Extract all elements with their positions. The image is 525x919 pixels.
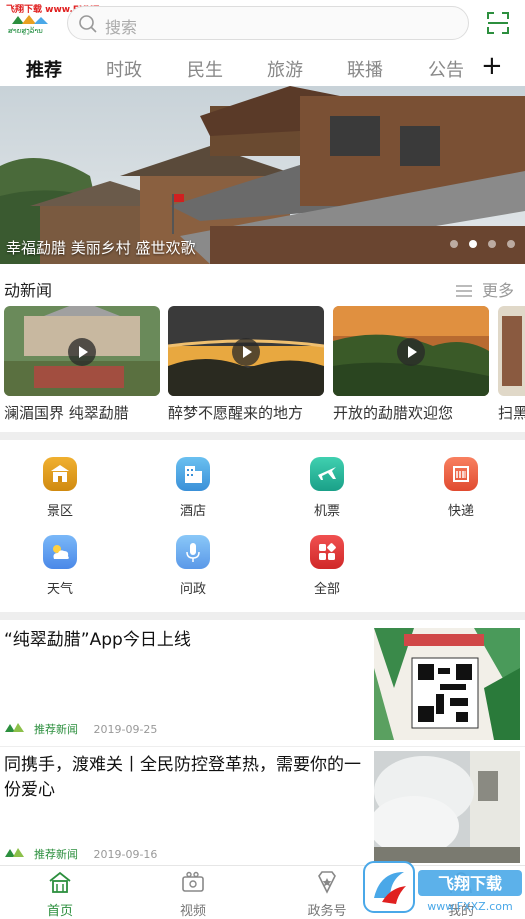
more-label: 更多 xyxy=(482,281,515,300)
article-source: 推荐新闻 xyxy=(34,723,78,736)
carousel-dot[interactable] xyxy=(449,240,458,248)
service-scenic[interactable]: 景区 xyxy=(20,457,100,519)
app-screen: { "watermark_top": "飞翔下载 www.FXXZ.com", … xyxy=(0,0,525,919)
video-icon xyxy=(182,871,204,892)
nav-gov-account[interactable]: 政务号 xyxy=(287,870,367,919)
more-link[interactable]: 更多 xyxy=(456,277,514,301)
tab-notice[interactable]: 公告 xyxy=(428,56,464,82)
service-flight[interactable]: 机票 xyxy=(287,457,367,519)
microphone-icon xyxy=(176,535,210,569)
section-separator xyxy=(0,612,525,620)
video-title: 扫黑 xyxy=(498,404,525,422)
video-thumbnail xyxy=(333,306,489,396)
article-source: 推荐新闻 xyxy=(34,848,78,861)
home-icon xyxy=(49,871,71,893)
service-label: 快递 xyxy=(447,504,474,519)
play-icon xyxy=(397,338,425,366)
category-tabs: 推荐 时政 民生 旅游 联播 公告 + xyxy=(0,48,525,88)
service-hotel[interactable]: 酒店 xyxy=(153,457,233,519)
video-card[interactable]: 扫黑 xyxy=(498,306,525,423)
nav-label: 视频 xyxy=(179,904,206,919)
parcel-icon xyxy=(444,457,478,491)
service-label: 机票 xyxy=(313,504,340,519)
hotel-icon xyxy=(176,457,210,491)
video-card[interactable]: 开放的勐腊欢迎您 xyxy=(333,306,489,423)
article-title: “纯翠勐腊”App今日上线 xyxy=(4,630,191,650)
carousel-dot[interactable] xyxy=(507,240,515,248)
video-title: 开放的勐腊欢迎您 xyxy=(333,404,454,422)
carousel-dot[interactable] xyxy=(487,240,496,248)
video-thumbnail xyxy=(498,306,525,396)
service-inquiry[interactable]: 问政 xyxy=(153,535,233,597)
service-weather[interactable]: 天气 xyxy=(20,535,100,597)
search-placeholder: 搜索 xyxy=(105,18,138,37)
service-label: 酒店 xyxy=(179,504,206,519)
video-title: 澜湄国界 纯翠勐腊 xyxy=(4,404,129,422)
play-icon xyxy=(68,338,96,366)
article-thumbnail xyxy=(374,628,520,740)
list-icon xyxy=(456,285,472,297)
logo-mark-icon xyxy=(12,15,48,24)
carousel-indicator xyxy=(444,233,515,252)
service-all[interactable]: 全部 xyxy=(287,535,367,597)
download-site-watermark: 飞翔下载 www.FXXZ.com xyxy=(360,858,525,919)
tab-politics[interactable]: 时政 xyxy=(106,56,142,82)
nav-video[interactable]: 视频 xyxy=(153,870,233,919)
carousel-dot-active[interactable] xyxy=(468,240,477,248)
service-label: 天气 xyxy=(46,582,73,597)
svg-text:www.FXXZ.com: www.FXXZ.com xyxy=(427,900,512,913)
tab-travel[interactable]: 旅游 xyxy=(267,56,303,82)
app-logo: 飞翔下载 www.FXXZ.com ສາຍສູງລ້ານ xyxy=(6,5,124,38)
source-logo-icon xyxy=(5,723,24,732)
nav-label: 政务号 xyxy=(307,904,347,919)
play-icon xyxy=(232,338,260,366)
service-label: 景区 xyxy=(46,504,73,519)
article-meta: 推荐新闻 2019-09-25 xyxy=(4,721,157,737)
section-separator xyxy=(0,432,525,440)
video-title: 醉梦不愿醒来的地方 xyxy=(168,404,304,422)
article-item[interactable]: “纯翠勐腊”App今日上线 推荐新闻 2019-09-25 xyxy=(0,628,525,740)
search-bar[interactable]: 搜索 xyxy=(67,6,469,40)
svg-text:飞翔下载: 飞翔下载 xyxy=(438,874,502,893)
add-tab-icon[interactable]: + xyxy=(481,53,503,79)
all-apps-icon xyxy=(310,535,344,569)
video-news-list: 澜湄国界 纯翠勐腊 醉梦不愿醒来的地方 开放的勐腊欢迎您 扫黑 xyxy=(0,306,525,426)
service-label: 全部 xyxy=(313,582,340,597)
scan-icon[interactable] xyxy=(486,11,510,35)
section-title: 动新闻 xyxy=(4,281,53,300)
nav-label: 首页 xyxy=(46,904,73,919)
weather-icon xyxy=(43,535,77,569)
article-thumbnail xyxy=(374,751,520,863)
video-news-header: 动新闻 更多 xyxy=(0,272,525,302)
article-item[interactable]: 同携手，渡难关丨全民防控登革热，需要你的一份爱心 推荐新闻 2019-09-16 xyxy=(0,751,525,865)
banner-caption: 幸福勐腊 美丽乡村 盛世欢歌 xyxy=(6,239,196,257)
tab-recommend[interactable]: 推荐 xyxy=(26,56,62,82)
banner-carousel[interactable]: 幸福勐腊 美丽乡村 盛世欢歌 xyxy=(0,86,525,264)
article-date: 2019-09-25 xyxy=(93,723,158,736)
tab-broadcast[interactable]: 联播 xyxy=(347,56,383,82)
plane-icon xyxy=(310,457,344,491)
article-meta: 推荐新闻 2019-09-16 xyxy=(4,846,157,862)
video-thumbnail xyxy=(168,306,324,396)
app-logo-text: ສາຍສູງລ້ານ xyxy=(8,27,43,35)
article-divider xyxy=(0,746,525,747)
service-express[interactable]: 快递 xyxy=(421,457,501,519)
video-card[interactable]: 醉梦不愿醒来的地方 xyxy=(168,306,324,423)
scenic-icon xyxy=(43,457,77,491)
badge-icon xyxy=(318,871,336,894)
article-date: 2019-09-16 xyxy=(93,848,158,861)
article-title: 同携手，渡难关丨全民防控登革热，需要你的一份爱心 xyxy=(4,755,361,800)
video-thumbnail xyxy=(4,306,160,396)
service-label: 问政 xyxy=(179,582,206,597)
tab-livelihood[interactable]: 民生 xyxy=(187,56,223,82)
top-bar: 飞翔下载 www.FXXZ.com ສາຍສູງລ້ານ 搜索 xyxy=(0,0,525,46)
source-logo-icon xyxy=(5,848,24,857)
search-icon xyxy=(79,15,97,33)
video-card[interactable]: 澜湄国界 纯翠勐腊 xyxy=(4,306,160,423)
nav-home[interactable]: 首页 xyxy=(20,870,100,919)
